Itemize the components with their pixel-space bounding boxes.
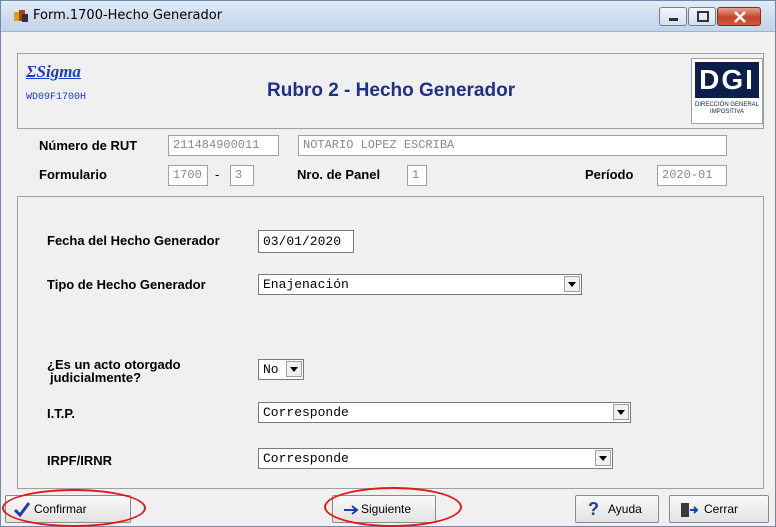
checkmark-icon: [13, 502, 31, 517]
periodo-label: Período: [585, 167, 634, 182]
formulario-separator: -: [215, 167, 220, 182]
ayuda-button[interactable]: ? Ayuda: [575, 495, 659, 523]
form-window: Form.1700-Hecho Generador ΣSigma WD09F17…: [0, 0, 776, 527]
ayuda-label: Ayuda: [608, 502, 642, 516]
form-code: WD09F1700H: [26, 92, 87, 103]
rut-label: Número de RUT: [39, 138, 138, 153]
fecha-label: Fecha del Hecho Generador: [47, 233, 220, 248]
maximize-icon: [697, 11, 709, 22]
formulario-label: Formulario: [39, 167, 107, 182]
rut-field[interactable]: 211484900011: [168, 135, 279, 156]
acto-select-value: No: [263, 362, 279, 377]
close-button[interactable]: [717, 7, 761, 26]
page-title: Rubro 2 - Hecho Generador: [267, 80, 516, 101]
tipo-select-value: Enajenación: [263, 277, 349, 292]
formulario-field[interactable]: 1700: [168, 165, 208, 186]
exit-door-icon: [681, 503, 698, 517]
fecha-input[interactable]: 03/01/2020: [258, 230, 354, 253]
acto-label-line2: judicialmente?: [50, 370, 142, 385]
itp-select[interactable]: Corresponde: [258, 402, 631, 423]
close-icon: [734, 11, 746, 23]
periodo-field[interactable]: 2020-01: [657, 165, 727, 186]
name-field[interactable]: NOTARIO LOPEZ ESCRIBA: [298, 135, 727, 156]
arrow-right-icon: [344, 505, 359, 515]
irpf-select[interactable]: Corresponde: [258, 448, 613, 469]
irpf-select-value: Corresponde: [263, 451, 349, 466]
chevron-down-icon[interactable]: [286, 361, 302, 377]
tipo-label: Tipo de Hecho Generador: [47, 277, 206, 292]
siguiente-label: Siguiente: [361, 502, 412, 516]
siguiente-button[interactable]: Siguiente: [332, 495, 436, 523]
chevron-down-icon[interactable]: [564, 276, 580, 292]
header-panel: ΣSigma WD09F1700H Rubro 2 - Hecho Genera…: [17, 53, 764, 129]
app-icon: [13, 9, 29, 23]
confirmar-label: Confirmar: [34, 502, 87, 516]
minimize-button[interactable]: [659, 7, 687, 26]
window-title: Form.1700-Hecho Generador: [33, 8, 223, 23]
acto-select[interactable]: No: [258, 359, 304, 380]
panel-field[interactable]: 1: [407, 165, 427, 186]
sigma-brand: ΣSigma: [26, 62, 81, 81]
title-bar[interactable]: Form.1700-Hecho Generador: [1, 1, 775, 32]
irpf-label: IRPF/IRNR: [47, 453, 112, 468]
dgi-logo-text: DGI: [695, 62, 759, 98]
confirmar-button[interactable]: Confirmar: [5, 495, 131, 523]
maximize-button[interactable]: [688, 7, 716, 26]
minimize-icon: [669, 18, 678, 21]
dgi-logo-subtitle: DIRECCIÓN GENERAL IMPOSITIVA: [694, 102, 759, 115]
dgi-logo: DGI DIRECCIÓN GENERAL IMPOSITIVA: [691, 58, 763, 124]
cerrar-label: Cerrar: [704, 502, 739, 516]
cerrar-button[interactable]: Cerrar: [669, 495, 769, 523]
chevron-down-icon[interactable]: [613, 404, 629, 420]
itp-select-value: Corresponde: [263, 405, 349, 420]
formulario-version-field[interactable]: 3: [230, 165, 254, 186]
help-icon: ?: [588, 499, 599, 519]
tipo-select[interactable]: Enajenación: [258, 274, 582, 295]
panel-label: Nro. de Panel: [297, 167, 381, 182]
itp-label: I.T.P.: [47, 406, 75, 421]
chevron-down-icon[interactable]: [595, 450, 611, 466]
